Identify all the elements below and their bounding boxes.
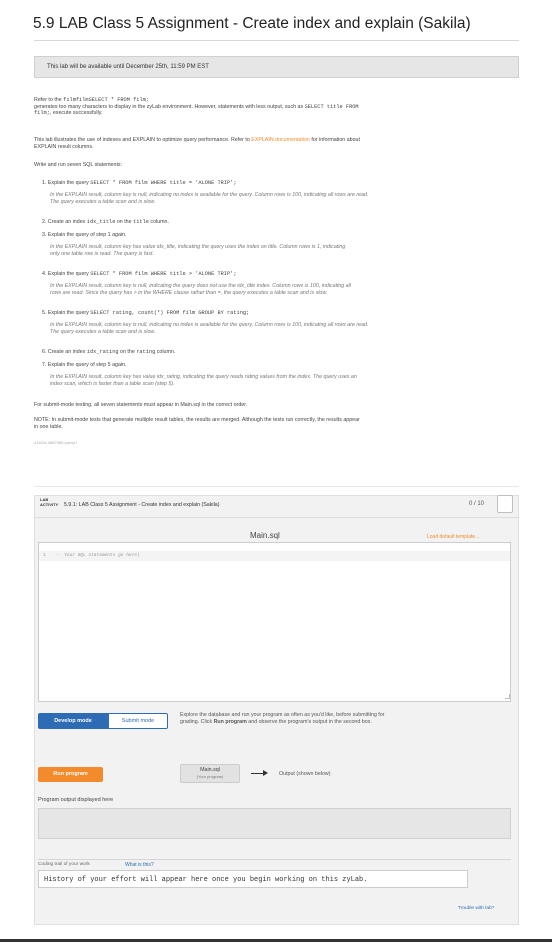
- step-item: 5. Explain the query SELECT rating, coun…: [42, 310, 250, 316]
- step-item: 7. Explain the query of step 5 again.: [42, 362, 127, 368]
- step-result: In the EXPLAIN result, column key has va…: [50, 244, 346, 257]
- intro-paragraph: Refer to the filmfilmSELECT * FROM film;…: [34, 97, 359, 117]
- content-hash: 41182c.3887965.pdcxy7: [34, 440, 78, 445]
- page-title: 5.9 LAB Class 5 Assignment - Create inde…: [33, 15, 471, 32]
- note: NOTE: In submit-mode tests that generate…: [34, 417, 360, 430]
- step-result: In the EXPLAIN result, column key is nul…: [50, 283, 351, 296]
- run-program-button[interactable]: Run program: [38, 767, 103, 782]
- divider: [34, 40, 519, 41]
- file-name: Main.sql: [250, 531, 280, 540]
- step-item: 1. Explain the query SELECT * FROM film …: [42, 180, 237, 186]
- explain-doc-link[interactable]: EXPLAIN documentation: [251, 137, 310, 143]
- step-item: 2. Create an index idx_title on the titl…: [42, 219, 169, 225]
- coding-trail-label: Coding trail of your work: [38, 862, 90, 867]
- program-output-box: [38, 808, 511, 839]
- step-item: 6. Create an index idx_rating on the rat…: [42, 349, 176, 355]
- explore-text: Explore the database and run your progra…: [180, 712, 385, 725]
- step-result: In the EXPLAIN result, column key is nul…: [50, 192, 369, 205]
- divider: [38, 859, 511, 860]
- arrow-head-icon: [263, 770, 268, 776]
- line-number: 1: [43, 553, 46, 558]
- divider: [34, 486, 519, 487]
- divider: [34, 517, 519, 518]
- code-editor[interactable]: [38, 542, 511, 702]
- code-line: -- Your SQL statements go here|: [56, 553, 140, 558]
- load-template-link[interactable]: Load default template...: [427, 534, 479, 540]
- history-box: History of your effort will appear here …: [38, 870, 468, 888]
- step-item: 3. Explain the query of step 1 again.: [42, 232, 127, 238]
- trouble-link[interactable]: Trouble with lab?: [458, 906, 494, 912]
- lab-title: 5.9.1: LAB Class 5 Assignment - Create i…: [64, 502, 220, 508]
- code-film: film: [63, 97, 76, 103]
- write-instruction: Write and run seven SQL statements:: [34, 162, 123, 168]
- availability-banner: This lab will be available until Decembe…: [34, 56, 519, 78]
- submit-note: For submit-mode testing, all seven state…: [34, 402, 248, 408]
- score-box: [497, 495, 513, 513]
- intro-paragraph-2: This lab illustrates the use of indexes …: [34, 137, 360, 150]
- step-result: In the EXPLAIN result, column key is nul…: [50, 322, 369, 335]
- flow-file-box: Main.sql (Your program): [180, 764, 240, 783]
- history-text: History of your effort will appear here …: [44, 876, 368, 884]
- develop-mode-button[interactable]: Develop mode: [38, 713, 108, 729]
- lab-activity-label: LAB ACTIVITY: [40, 497, 59, 507]
- submit-mode-button[interactable]: Submit mode: [108, 713, 168, 729]
- output-label: Program output displayed here: [38, 797, 114, 803]
- step-result: In the EXPLAIN result, column key has va…: [50, 374, 357, 387]
- flow-output-label: Output (shown below): [279, 771, 331, 777]
- availability-text: This lab will be available until Decembe…: [47, 64, 209, 70]
- score: 0 / 10: [469, 501, 485, 507]
- step-item: 4. Explain the query SELECT * FROM film …: [42, 271, 237, 277]
- resize-handle-icon[interactable]: [505, 694, 510, 699]
- what-is-this-link[interactable]: What is this?: [125, 862, 154, 868]
